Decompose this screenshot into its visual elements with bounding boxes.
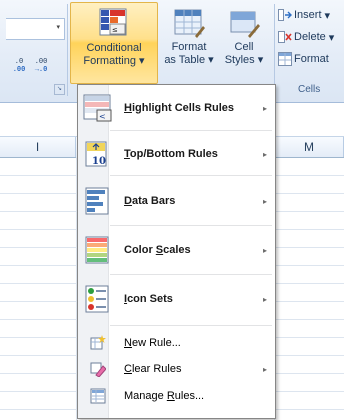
menu-item-manage-rules[interactable]: Manage Rules... xyxy=(80,383,272,409)
chevron-down-icon: ▾ xyxy=(208,54,214,66)
submenu-arrow-icon: ▸ xyxy=(262,103,267,113)
menu-item-color-scales[interactable]: Color Scales ▸ xyxy=(80,230,272,270)
chevron-down-icon: ▾ xyxy=(257,54,264,66)
format-label: Format xyxy=(294,53,329,65)
menu-item-label: Top/Bottom Rules xyxy=(124,148,218,160)
submenu-arrow-icon: ▸ xyxy=(262,149,267,159)
manage-rules-icon xyxy=(90,388,106,404)
insert-label: Insert xyxy=(294,9,322,21)
cells-group: Insert ▾ Delete ▾ Format Cells xyxy=(278,2,344,98)
menu-separator xyxy=(110,325,272,326)
cell-styles-label-1: Cell xyxy=(234,41,254,53)
menu-item-label: Clear Rules xyxy=(124,363,182,375)
conditional-formatting-label-2: Formatting ▾ xyxy=(83,55,145,67)
menu-item-top-bottom-rules[interactable]: 10 Top/Bottom Rules ▸ xyxy=(80,135,272,173)
format-as-table-icon xyxy=(174,9,205,38)
menu-separator xyxy=(110,175,272,176)
increase-decimal-top: .0 xyxy=(14,58,24,66)
conditional-formatting-button[interactable]: ≤ Conditional Formatting ▾ xyxy=(70,2,158,84)
format-as-table-label-2: as Table ▾ xyxy=(164,54,214,66)
menu-item-highlight-cells-rules[interactable]: < Highlight Cells Rules ▸ xyxy=(80,89,272,127)
chevron-down-icon: ▾ xyxy=(324,9,331,22)
cells-group-label: Cells xyxy=(298,84,321,95)
chevron-down-icon: ▾ xyxy=(328,31,335,44)
color-scales-icon xyxy=(85,236,109,264)
menu-separator xyxy=(110,225,272,226)
increase-decimal-button[interactable]: .0 .00 xyxy=(10,58,28,76)
menu-item-label: New Rule... xyxy=(124,337,181,349)
number-format-combo[interactable]: ▾ xyxy=(6,18,65,40)
number-group-launcher-icon[interactable]: ↘ xyxy=(54,84,65,95)
delete-button[interactable]: Delete ▾ xyxy=(278,28,334,46)
menu-item-label: Highlight Cells Rules xyxy=(124,102,235,114)
svg-text:≤: ≤ xyxy=(112,26,118,34)
format-cells-icon xyxy=(278,52,292,66)
decrease-decimal-bottom: →.0 xyxy=(34,66,48,74)
format-button[interactable]: Format xyxy=(278,50,329,68)
column-header-i[interactable]: I xyxy=(0,137,76,157)
menu-item-new-rule[interactable]: New Rule... xyxy=(80,331,272,355)
cell-styles-icon xyxy=(230,11,260,38)
decrease-decimal-button[interactable]: .00 →.0 xyxy=(32,58,50,76)
highlight-cells-icon: < xyxy=(83,94,112,122)
cell-styles-button[interactable]: Cell Styles ▾ xyxy=(218,2,270,84)
conditional-formatting-menu: < Highlight Cells Rules ▸ 10 Top/Bottom … xyxy=(77,84,276,419)
menu-separator xyxy=(110,130,272,131)
delete-cells-icon xyxy=(278,31,292,43)
submenu-arrow-icon: ▸ xyxy=(262,196,267,206)
menu-item-label: Color Scales xyxy=(124,244,191,256)
column-header-m[interactable]: M xyxy=(274,137,344,157)
menu-item-label: Data Bars xyxy=(124,195,176,207)
menu-item-label: Manage Rules... xyxy=(124,390,205,402)
insert-cells-icon xyxy=(278,9,292,21)
svg-text:<: < xyxy=(99,112,106,121)
decrease-decimal-top: .00 xyxy=(34,58,48,66)
format-as-table-button[interactable]: Format as Table ▾ xyxy=(160,2,218,84)
svg-text:10: 10 xyxy=(92,156,106,167)
delete-label: Delete xyxy=(294,31,326,43)
submenu-arrow-icon: ▸ xyxy=(262,294,267,304)
menu-item-label: Icon Sets xyxy=(124,293,173,305)
menu-item-data-bars[interactable]: Data Bars ▸ xyxy=(80,181,272,221)
data-bars-icon xyxy=(85,187,109,215)
conditional-formatting-icon: ≤ xyxy=(99,8,127,36)
insert-button[interactable]: Insert ▾ xyxy=(278,6,330,24)
submenu-arrow-icon: ▸ xyxy=(262,245,267,255)
increase-decimal-bottom: .00 xyxy=(12,66,26,74)
chevron-down-icon: ▾ xyxy=(56,24,60,31)
new-rule-icon xyxy=(90,335,106,350)
top-bottom-icon: 10 xyxy=(85,141,107,167)
group-divider xyxy=(274,4,275,96)
group-divider xyxy=(67,4,68,96)
conditional-formatting-label-1: Conditional xyxy=(86,42,142,54)
menu-item-clear-rules[interactable]: Clear Rules ▸ xyxy=(80,357,272,381)
format-as-table-label-1: Format xyxy=(171,41,207,53)
icon-sets-icon xyxy=(85,285,109,313)
menu-item-icon-sets[interactable]: Icon Sets ▸ xyxy=(80,279,272,319)
submenu-arrow-icon: ▸ xyxy=(262,364,267,374)
chevron-down-icon: ▾ xyxy=(139,55,145,67)
cell-styles-label-2: Styles ▾ xyxy=(224,54,264,66)
clear-rules-icon xyxy=(90,362,106,377)
menu-separator xyxy=(110,274,272,275)
